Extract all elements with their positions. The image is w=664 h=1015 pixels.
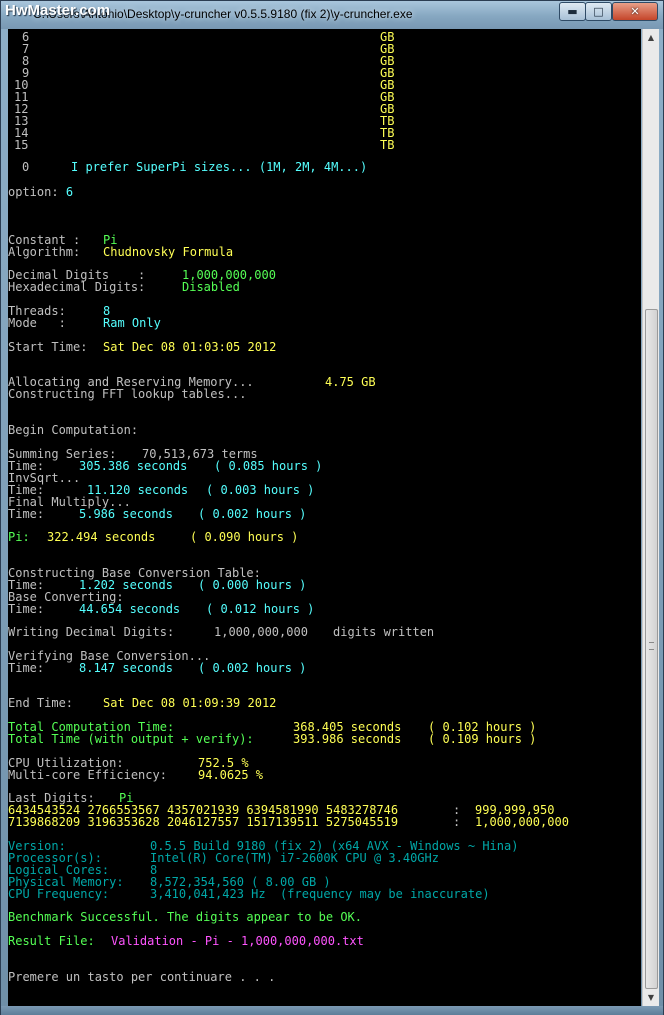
watermark: HwMaster.com <box>5 2 111 19</box>
close-button[interactable]: ✕ <box>612 2 658 21</box>
pi-result-line: Pi: 322.494 seconds( 0.090 hours ) <box>8 530 299 544</box>
scrollbar-thumb[interactable] <box>645 309 658 989</box>
minimize-button[interactable]: ▬ <box>559 2 586 21</box>
benchmark-status: Benchmark Successful. The digits appear … <box>8 910 363 924</box>
scroll-down-icon[interactable]: ▼ <box>643 989 659 1006</box>
console-output[interactable]: 61,000,000,0004.75GB72,500,000,00011.2GB… <box>8 29 641 1006</box>
start-time-line: Start Time: Sat Dec 08 01:03:05 2012 <box>8 340 277 354</box>
total-time-line: Total Time (with output + verify): 393.98… <box>8 732 537 746</box>
cpu-frequency-line: CPU Frequency: 3,410,041,423 Hz (frequenc… <box>8 887 490 901</box>
mode-line: Mode : Ram Only <box>8 316 161 330</box>
time-line-6: Time: 8.147 seconds( 0.002 hours ) <box>8 661 307 675</box>
vertical-scrollbar[interactable]: ▲ ▼ <box>642 29 659 1006</box>
minimize-icon: ▬ <box>567 5 578 18</box>
menu-row-number: 15 <box>14 138 29 152</box>
time-line-5: Time: 44.654 seconds( 0.012 hours ) <box>8 602 315 616</box>
hex-digits-line: Hexadecimal Digits: Disabled <box>8 280 240 294</box>
maximize-icon: □ <box>593 5 604 18</box>
end-time-line: End Time: Sat Dec 08 01:09:39 2012 <box>8 696 277 710</box>
writing-line: Writing Decimal Digits: 1,000,000,000 digi… <box>8 625 435 639</box>
fft-line: Constructing FFT lookup tables... <box>8 387 247 401</box>
begin-computation: Begin Computation: <box>8 423 139 437</box>
close-icon: ✕ <box>630 5 640 18</box>
continue-prompt: Premere un tasto per continuare . . . <box>8 970 276 984</box>
multicore-line: Multi-core Efficiency: 94.0625 % <box>8 768 264 782</box>
superpi-option: 0I prefer SuperPi sizes... (1M, 2M, 4M..… <box>22 160 368 174</box>
scroll-up-icon[interactable]: ▲ <box>643 29 659 46</box>
digits-row-2: 7139868209 3196353628 2046127557 1517139… <box>8 815 569 829</box>
maximize-button[interactable]: □ <box>585 2 612 21</box>
grip-icon <box>649 642 654 650</box>
title-bar[interactable]: C:\Users\Antonio\Desktop\y-cruncher v0.5… <box>1 1 663 29</box>
result-file-line: Result File: Validation - Pi - 1,000,000,… <box>8 934 364 948</box>
time-line-3: Time: 5.986 seconds( 0.002 hours ) <box>8 507 307 521</box>
option-prompt: option: 6 <box>8 185 74 199</box>
algorithm-line: Algorithm: Chudnovsky Formula <box>8 245 234 259</box>
console-window: C:\Users\Antonio\Desktop\y-cruncher v0.5… <box>0 0 664 1015</box>
menu-row-unit: TB <box>380 138 395 152</box>
window-bottom-border <box>1 1006 663 1015</box>
